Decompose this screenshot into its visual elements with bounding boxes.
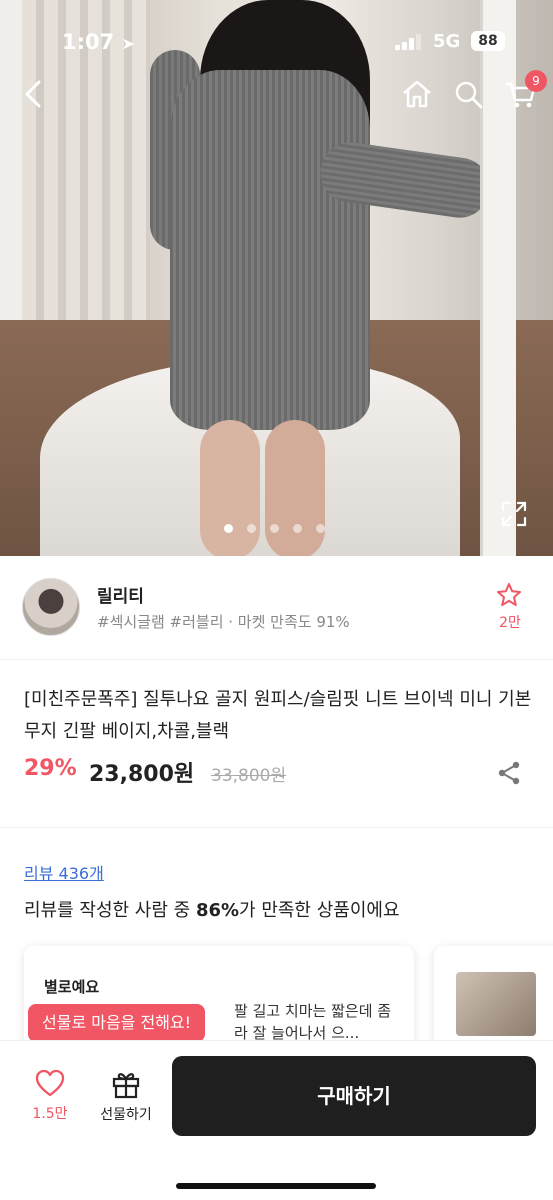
- product-image[interactable]: 1:07 ➤ 5G 88 9: [0, 0, 553, 556]
- home-indicator: [176, 1183, 376, 1189]
- gift-tooltip[interactable]: 선물로 마음을 전해요!: [28, 1004, 206, 1050]
- gift-icon: [112, 1073, 140, 1099]
- discount-rate: 29%: [24, 756, 77, 781]
- review-summary: 리뷰를 작성한 사람 중 86%가 만족한 상품이에요: [24, 896, 400, 922]
- status-time-text: 1:07: [62, 30, 115, 54]
- shop-tags: #섹시글램 #러블리 · 마켓 만족도 91%: [97, 613, 350, 631]
- back-icon[interactable]: [18, 78, 50, 110]
- review-summary-percent: 86%: [195, 900, 240, 921]
- review-photo[interactable]: [456, 972, 536, 1036]
- shop-name[interactable]: 릴리티: [97, 582, 144, 607]
- follow-count: 2만: [499, 615, 521, 631]
- bottom-action-bar: 1.5만 선물하기 구매하기: [0, 1040, 553, 1200]
- review-count-link[interactable]: 리뷰 436개: [24, 860, 104, 884]
- sale-price: 23,800원: [89, 762, 195, 787]
- shop-info[interactable]: 릴리티 #섹시글램 #러블리 · 마켓 만족도 91% 2만: [0, 556, 553, 660]
- model-dress: [170, 70, 370, 430]
- shop-avatar[interactable]: [22, 578, 80, 636]
- status-bar: 1:07 ➤ 5G 88: [0, 0, 553, 84]
- cart-count-badge: 9: [525, 70, 547, 92]
- home-icon[interactable]: [400, 78, 434, 110]
- model-leg: [265, 420, 325, 556]
- like-count: 1.5만: [32, 1106, 68, 1122]
- signal-icon: [395, 34, 427, 50]
- battery-icon: 88: [471, 31, 505, 51]
- review-summary-suffix: 가 만족한 상품이에요: [239, 900, 400, 921]
- model-leg: [200, 420, 260, 556]
- gift-label: 선물하기: [100, 1107, 152, 1123]
- status-time: 1:07 ➤: [62, 30, 135, 54]
- product-title: [미친주문폭주] 질투나요 골지 원피스/슬림핏 니트 브이넥 미니 기본 무지…: [24, 689, 532, 742]
- buy-button[interactable]: 구매하기: [172, 1056, 536, 1136]
- pagination-dot[interactable]: [224, 524, 233, 533]
- pagination-dot[interactable]: [270, 524, 279, 533]
- star-icon[interactable]: [496, 582, 522, 608]
- expand-icon[interactable]: [500, 500, 528, 528]
- gallery-pagination: [224, 518, 339, 533]
- pagination-dot[interactable]: [293, 524, 302, 533]
- review-card-title: 별로예요: [44, 978, 100, 996]
- search-icon[interactable]: [452, 78, 484, 110]
- share-icon[interactable]: [496, 760, 522, 786]
- pagination-dot[interactable]: [316, 524, 325, 533]
- product-info: [미친주문폭주] 질투나요 골지 원피스/슬림핏 니트 브이넥 미니 기본 무지…: [0, 660, 553, 828]
- location-arrow-icon: ➤: [121, 34, 135, 53]
- pagination-dot[interactable]: [247, 524, 256, 533]
- like-button[interactable]: 1.5만: [20, 1069, 80, 1129]
- heart-icon: [35, 1069, 65, 1097]
- original-price: 33,800원: [211, 766, 287, 786]
- review-card-text: 팔 길고 치마는 짧은데 좀라 잘 늘어나서 으...: [234, 1002, 392, 1042]
- gift-button[interactable]: 선물하기: [90, 1069, 162, 1129]
- network-label: 5G: [433, 31, 461, 52]
- review-summary-prefix: 리뷰를 작성한 사람 중: [24, 900, 196, 921]
